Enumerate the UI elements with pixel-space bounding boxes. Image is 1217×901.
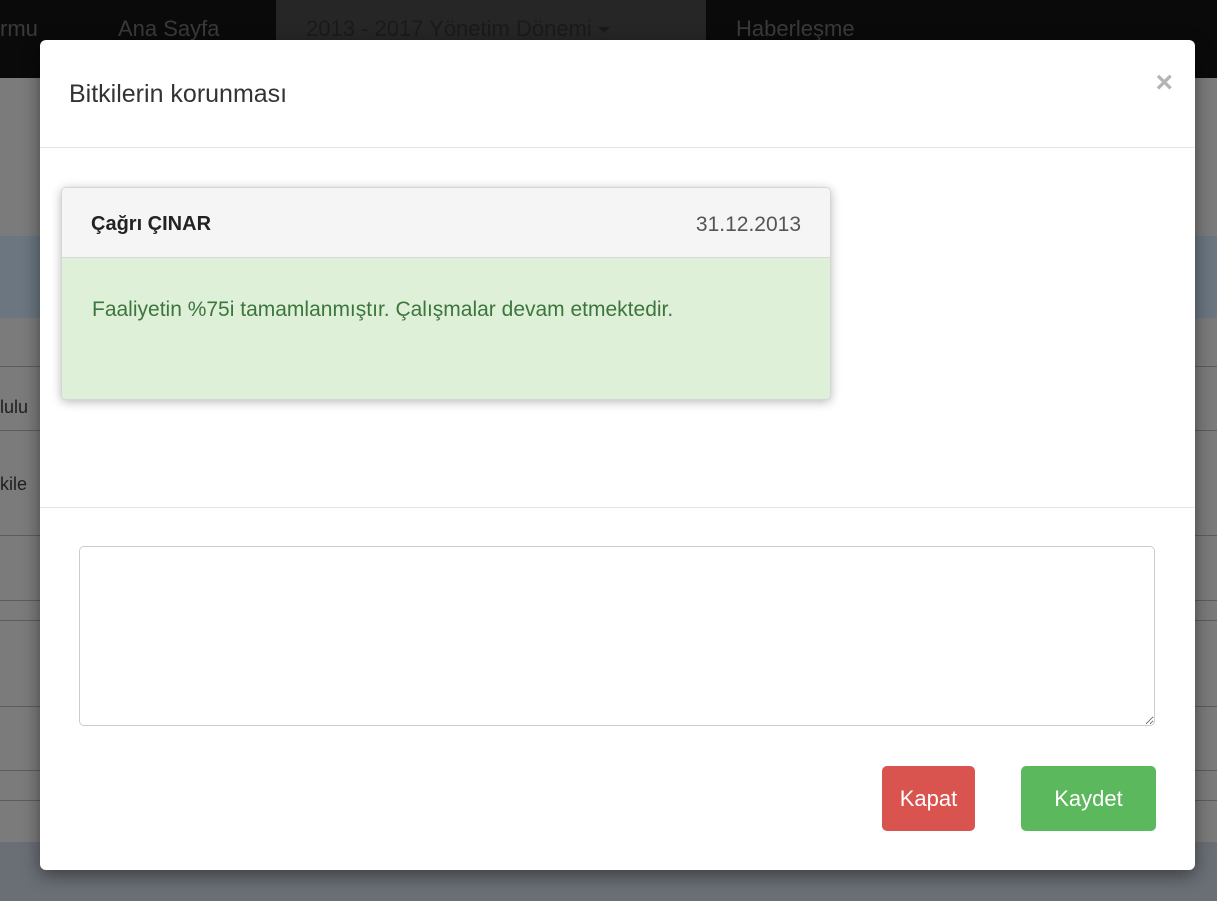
modal-body: Çağrı ÇINAR 31.12.2013 Faaliyetin %75i t…: [40, 148, 1195, 508]
comment-panel: Çağrı ÇINAR 31.12.2013 Faaliyetin %75i t…: [61, 187, 831, 400]
comment-modal: Bitkilerin korunması × Çağrı ÇINAR 31.12…: [40, 40, 1195, 870]
nav-item-period-dropdown[interactable]: 2013 - 2017 Yönetim Dönemi: [276, 0, 706, 44]
background-row-text: lulu: [0, 397, 29, 417]
modal-title: Bitkilerin korunması: [69, 80, 288, 108]
comment-text: Faaliyetin %75i tamamlanmıştır. Çalışmal…: [92, 298, 674, 321]
background-row-text: kile: [0, 474, 28, 494]
nav-period-label: 2013 - 2017 Yönetim Dönemi: [306, 16, 592, 41]
close-icon[interactable]: ×: [1155, 68, 1173, 98]
save-button[interactable]: Kaydet: [1021, 766, 1156, 831]
caret-down-icon: [597, 27, 610, 34]
comment-date: 31.12.2013: [695, 213, 801, 236]
reply-textarea[interactable]: [79, 546, 1155, 726]
navbar-brand[interactable]: rmu: [0, 14, 38, 44]
comment-heading: Çağrı ÇINAR 31.12.2013: [62, 188, 830, 258]
comment-author: Çağrı ÇINAR: [91, 213, 212, 235]
modal-header: Bitkilerin korunması ×: [40, 40, 1195, 148]
close-button[interactable]: Kapat: [882, 766, 975, 831]
comment-body: Faaliyetin %75i tamamlanmıştır. Çalışmal…: [62, 258, 830, 399]
